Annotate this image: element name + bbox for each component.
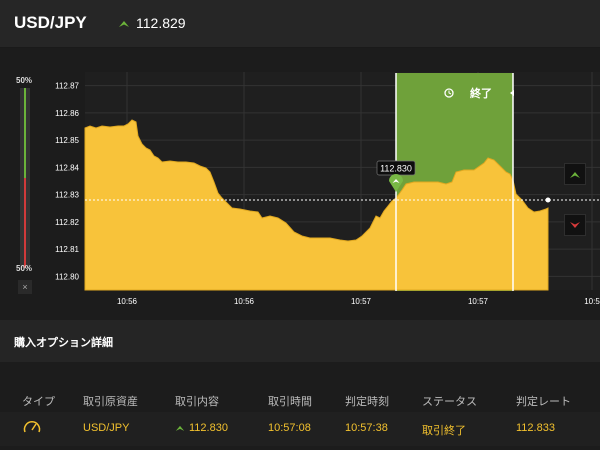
y-tick-label: 112.84: [55, 163, 79, 172]
x-tick-label: 10:57: [468, 297, 489, 306]
chart-panel: 50% 50% × 終了 112.830 112.87 112.86 112.8…: [0, 48, 600, 320]
col-header-trade-time: 取引時間: [268, 396, 312, 408]
y-tick-label: 112.85: [55, 136, 79, 145]
x-tick-label: 10:57: [351, 297, 372, 306]
row-asset: USD/JPY: [83, 422, 130, 434]
entry-rate-label: 112.830: [380, 164, 412, 174]
x-tick-label: 10:5: [584, 297, 600, 306]
details-title: 購入オプション詳細: [14, 337, 113, 349]
up-arrow-icon: [570, 171, 580, 178]
col-header-status: ステータス: [422, 396, 477, 408]
low-button[interactable]: [564, 214, 586, 236]
currency-pair-title: USD/JPY: [14, 13, 87, 32]
up-arrow-icon: [175, 425, 185, 431]
row-judge-time: 10:57:38: [345, 422, 388, 434]
y-tick-label: 112.86: [55, 109, 79, 118]
col-header-asset: 取引原資産: [83, 396, 138, 408]
y-tick-label: 112.87: [55, 82, 79, 91]
x-tick-label: 10:56: [234, 297, 255, 306]
up-arrow-icon: [118, 19, 130, 28]
y-tick-label: 112.80: [55, 272, 79, 281]
current-rate-dot: [545, 197, 551, 203]
down-arrow-icon: [570, 221, 580, 228]
x-axis: 10:56 10:56 10:57 10:57 10:5: [117, 297, 600, 306]
col-header-judge-time: 判定時刻: [345, 396, 389, 408]
expiry-text: 終了: [470, 86, 492, 100]
row-trade-rate: 112.830: [189, 422, 228, 434]
row-status: 取引終了: [422, 425, 466, 437]
details-section-header: 購入オプション詳細: [0, 320, 600, 362]
y-tick-label: 112.83: [55, 191, 79, 200]
gauge-icon: [22, 418, 42, 439]
row-trade-time: 10:57:08: [268, 422, 311, 434]
y-axis: 112.87 112.86 112.85 112.84 112.83 112.82 112.…: [55, 82, 79, 282]
header-bar: USD/JPY 112.829: [0, 0, 600, 48]
col-header-judge-rate: 判定レート: [516, 396, 571, 408]
y-tick-label: 112.82: [55, 218, 79, 227]
row-judge-rate: 112.833: [516, 422, 555, 434]
col-header-trade: 取引内容: [175, 396, 219, 408]
row-trade: 112.830: [175, 422, 228, 434]
price-chart: 終了 112.830 112.87112.86112.85112.84112.8…: [55, 72, 600, 306]
y-tick-label: 112.81: [55, 245, 79, 254]
price-value: 112.829: [136, 15, 186, 31]
current-price: 112.829: [118, 15, 186, 31]
x-tick-label: 10:56: [117, 297, 138, 306]
col-header-type: タイプ: [22, 396, 55, 408]
high-button[interactable]: [564, 163, 586, 185]
